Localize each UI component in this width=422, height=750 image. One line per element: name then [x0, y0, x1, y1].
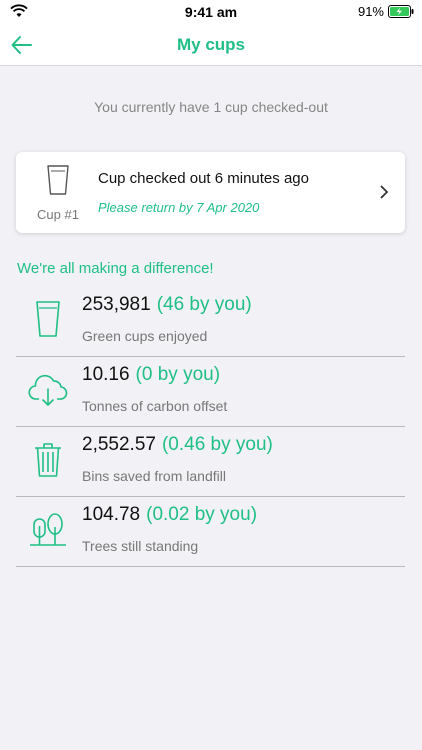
battery-percentage: 91%: [357, 4, 384, 19]
impact-heading: We're all making a difference!: [17, 260, 214, 277]
status-bar: 9:41 am 91%: [0, 0, 422, 24]
stat-row-bins: 2,552.57 (0.46 by you) Bins saved from la…: [16, 427, 405, 497]
stat-label: Bins saved from landfill: [82, 468, 226, 484]
stat-by-you: (0.46 by you): [161, 434, 273, 455]
stat-by-you: (0.02 by you): [146, 504, 258, 525]
cup-number: Cup #1: [37, 207, 79, 222]
stat-row-carbon: 10.16 (0 by you) Tonnes of carbon offset: [16, 357, 405, 427]
checkout-summary: You currently have 1 cup checked-out: [94, 99, 328, 115]
stat-label: Trees still standing: [82, 538, 199, 554]
battery-charging-icon: [388, 5, 414, 18]
cup-checkout-title: Cup checked out 6 minutes ago: [98, 170, 309, 187]
chevron-right-icon: [380, 185, 389, 199]
cup-icon: [36, 301, 60, 337]
trees-icon: [30, 513, 66, 546]
stat-value: 104.78: [82, 504, 141, 525]
stat-value: 253,981: [82, 294, 151, 315]
stat-by-you: (0 by you): [135, 364, 221, 385]
stat-value: 10.16: [82, 364, 130, 385]
stat-row-cups: 253,981 (46 by you) Green cups enjoyed: [16, 287, 405, 357]
trash-bin-icon: [35, 443, 61, 477]
cloud-download-icon: [28, 374, 68, 406]
page-title: My cups: [176, 35, 246, 54]
cup-return-date: Please return by 7 Apr 2020: [98, 200, 260, 215]
cup-icon: [47, 165, 69, 195]
stat-row-trees: 104.78 (0.02 by you) Trees still standing: [16, 497, 405, 567]
checked-out-cup-card[interactable]: Cup #1 Cup checked out 6 minutes ago Ple…: [16, 152, 405, 233]
stat-by-you: (46 by you): [156, 294, 252, 315]
stat-label: Tonnes of carbon offset: [82, 398, 228, 414]
stat-label: Green cups enjoyed: [82, 328, 208, 344]
stat-value: 2,552.57: [82, 434, 156, 455]
nav-bar: My cups: [0, 24, 422, 66]
